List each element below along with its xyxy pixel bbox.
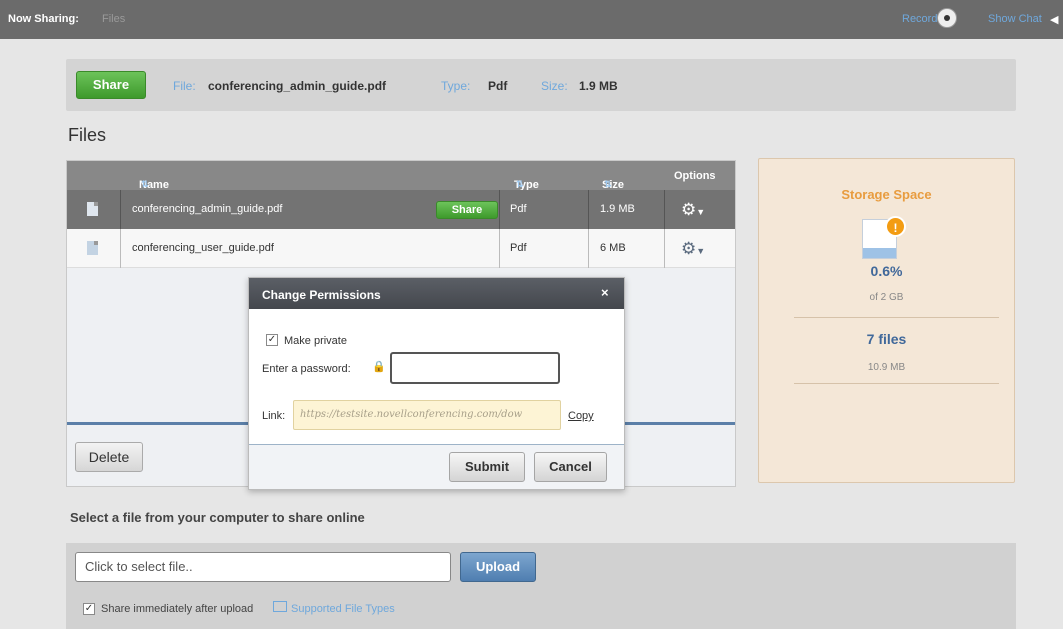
file-type: Pdf xyxy=(510,203,527,215)
submit-button[interactable]: Submit xyxy=(449,452,525,482)
file-label: File: xyxy=(173,79,196,93)
top-bar: Now Sharing: Files Record Show Chat ◀ xyxy=(0,0,1063,39)
type-label: Type: xyxy=(441,79,471,93)
window-icon xyxy=(273,601,287,612)
sort-icon: ⇅ xyxy=(141,179,149,189)
dialog-header: Change Permissions × xyxy=(249,278,624,309)
chevron-down-icon: ▼ xyxy=(696,207,706,217)
supported-file-types-link[interactable]: Supported File Types xyxy=(291,603,395,615)
files-title: Files xyxy=(68,125,107,145)
now-sharing-label: Now Sharing: xyxy=(8,13,79,25)
divider xyxy=(794,317,999,318)
warning-icon: ! xyxy=(885,216,906,237)
share-button[interactable]: Share xyxy=(76,71,146,99)
upload-area: Click to select file.. Upload ✓ Share im… xyxy=(66,543,1016,629)
password-label: Enter a password: xyxy=(262,363,351,375)
dialog-title: Change Permissions xyxy=(262,288,381,302)
show-chat-link[interactable]: Show Chat xyxy=(988,13,1042,25)
now-sharing-banner: Share File: conferencing_admin_guide.pdf… xyxy=(66,59,1016,111)
file-name: conferencing_admin_guide.pdf xyxy=(132,203,283,215)
storage-total: of 2 GB xyxy=(869,292,904,303)
file-count: 7 files xyxy=(866,331,907,347)
column-header-options: Options xyxy=(674,170,716,182)
make-private-checkbox[interactable]: ✓ xyxy=(266,334,278,346)
cancel-button[interactable]: Cancel xyxy=(534,452,607,482)
share-immediately-checkbox[interactable]: ✓ xyxy=(83,603,95,615)
storage-panel: Storage Space ! 0.6% of 2 GB 7 files 10.… xyxy=(758,158,1015,483)
change-permissions-dialog: Change Permissions × ✓ Make private Ente… xyxy=(248,277,625,490)
file-value: conferencing_admin_guide.pdf xyxy=(208,79,387,93)
sort-icon: ⇅ xyxy=(516,179,524,189)
file-size: 6 MB xyxy=(600,242,626,254)
file-select-input[interactable]: Click to select file.. xyxy=(75,552,451,582)
table-row[interactable]: conferencing_admin_guide.pdf Share Pdf 1… xyxy=(67,190,735,229)
link-label: Link: xyxy=(262,410,286,422)
upload-button[interactable]: Upload xyxy=(460,552,536,582)
delete-button[interactable]: Delete xyxy=(75,442,143,472)
size-value: 1.9 MB xyxy=(579,79,618,93)
chevron-down-icon: ▼ xyxy=(696,246,706,256)
copy-link[interactable]: Copy xyxy=(568,410,594,422)
storage-title: Storage Space xyxy=(841,187,932,202)
divider xyxy=(794,383,999,384)
file-name: conferencing_user_guide.pdf xyxy=(132,242,274,254)
upload-section-title: Select a file from your computer to shar… xyxy=(70,510,365,525)
sort-icon: ⇅ xyxy=(604,179,612,189)
file-icon xyxy=(87,241,98,255)
link-field[interactable]: https://testsite.novellconferencing.com/… xyxy=(293,400,561,430)
record-icon[interactable] xyxy=(937,8,957,28)
share-immediately-label: Share immediately after upload xyxy=(101,603,254,615)
dialog-footer: Submit Cancel xyxy=(249,444,624,489)
password-input[interactable] xyxy=(390,352,560,384)
storage-percent: 0.6% xyxy=(870,263,903,279)
size-label: Size: xyxy=(541,79,568,93)
gear-icon[interactable]: ⚙▼ xyxy=(681,229,705,271)
close-icon[interactable]: × xyxy=(601,285,609,300)
files-table-header: Name ⇅ Type ⇅ Size ⇅ Options xyxy=(67,161,735,191)
type-value: Pdf xyxy=(488,79,508,93)
record-link[interactable]: Record xyxy=(902,13,937,25)
now-sharing-value: Files xyxy=(102,13,126,25)
file-icon xyxy=(87,202,98,216)
chevron-left-icon[interactable]: ◀ xyxy=(1050,13,1058,26)
make-private-label: Make private xyxy=(284,335,347,347)
file-size: 1.9 MB xyxy=(600,203,635,215)
row-share-button[interactable]: Share xyxy=(436,201,498,219)
files-total-size: 10.9 MB xyxy=(867,362,906,373)
gear-icon[interactable]: ⚙▼ xyxy=(681,190,705,232)
table-row[interactable]: conferencing_user_guide.pdf Pdf 6 MB ⚙▼ xyxy=(67,229,735,268)
lock-icon: 🔒 xyxy=(372,361,386,373)
file-type: Pdf xyxy=(510,242,527,254)
